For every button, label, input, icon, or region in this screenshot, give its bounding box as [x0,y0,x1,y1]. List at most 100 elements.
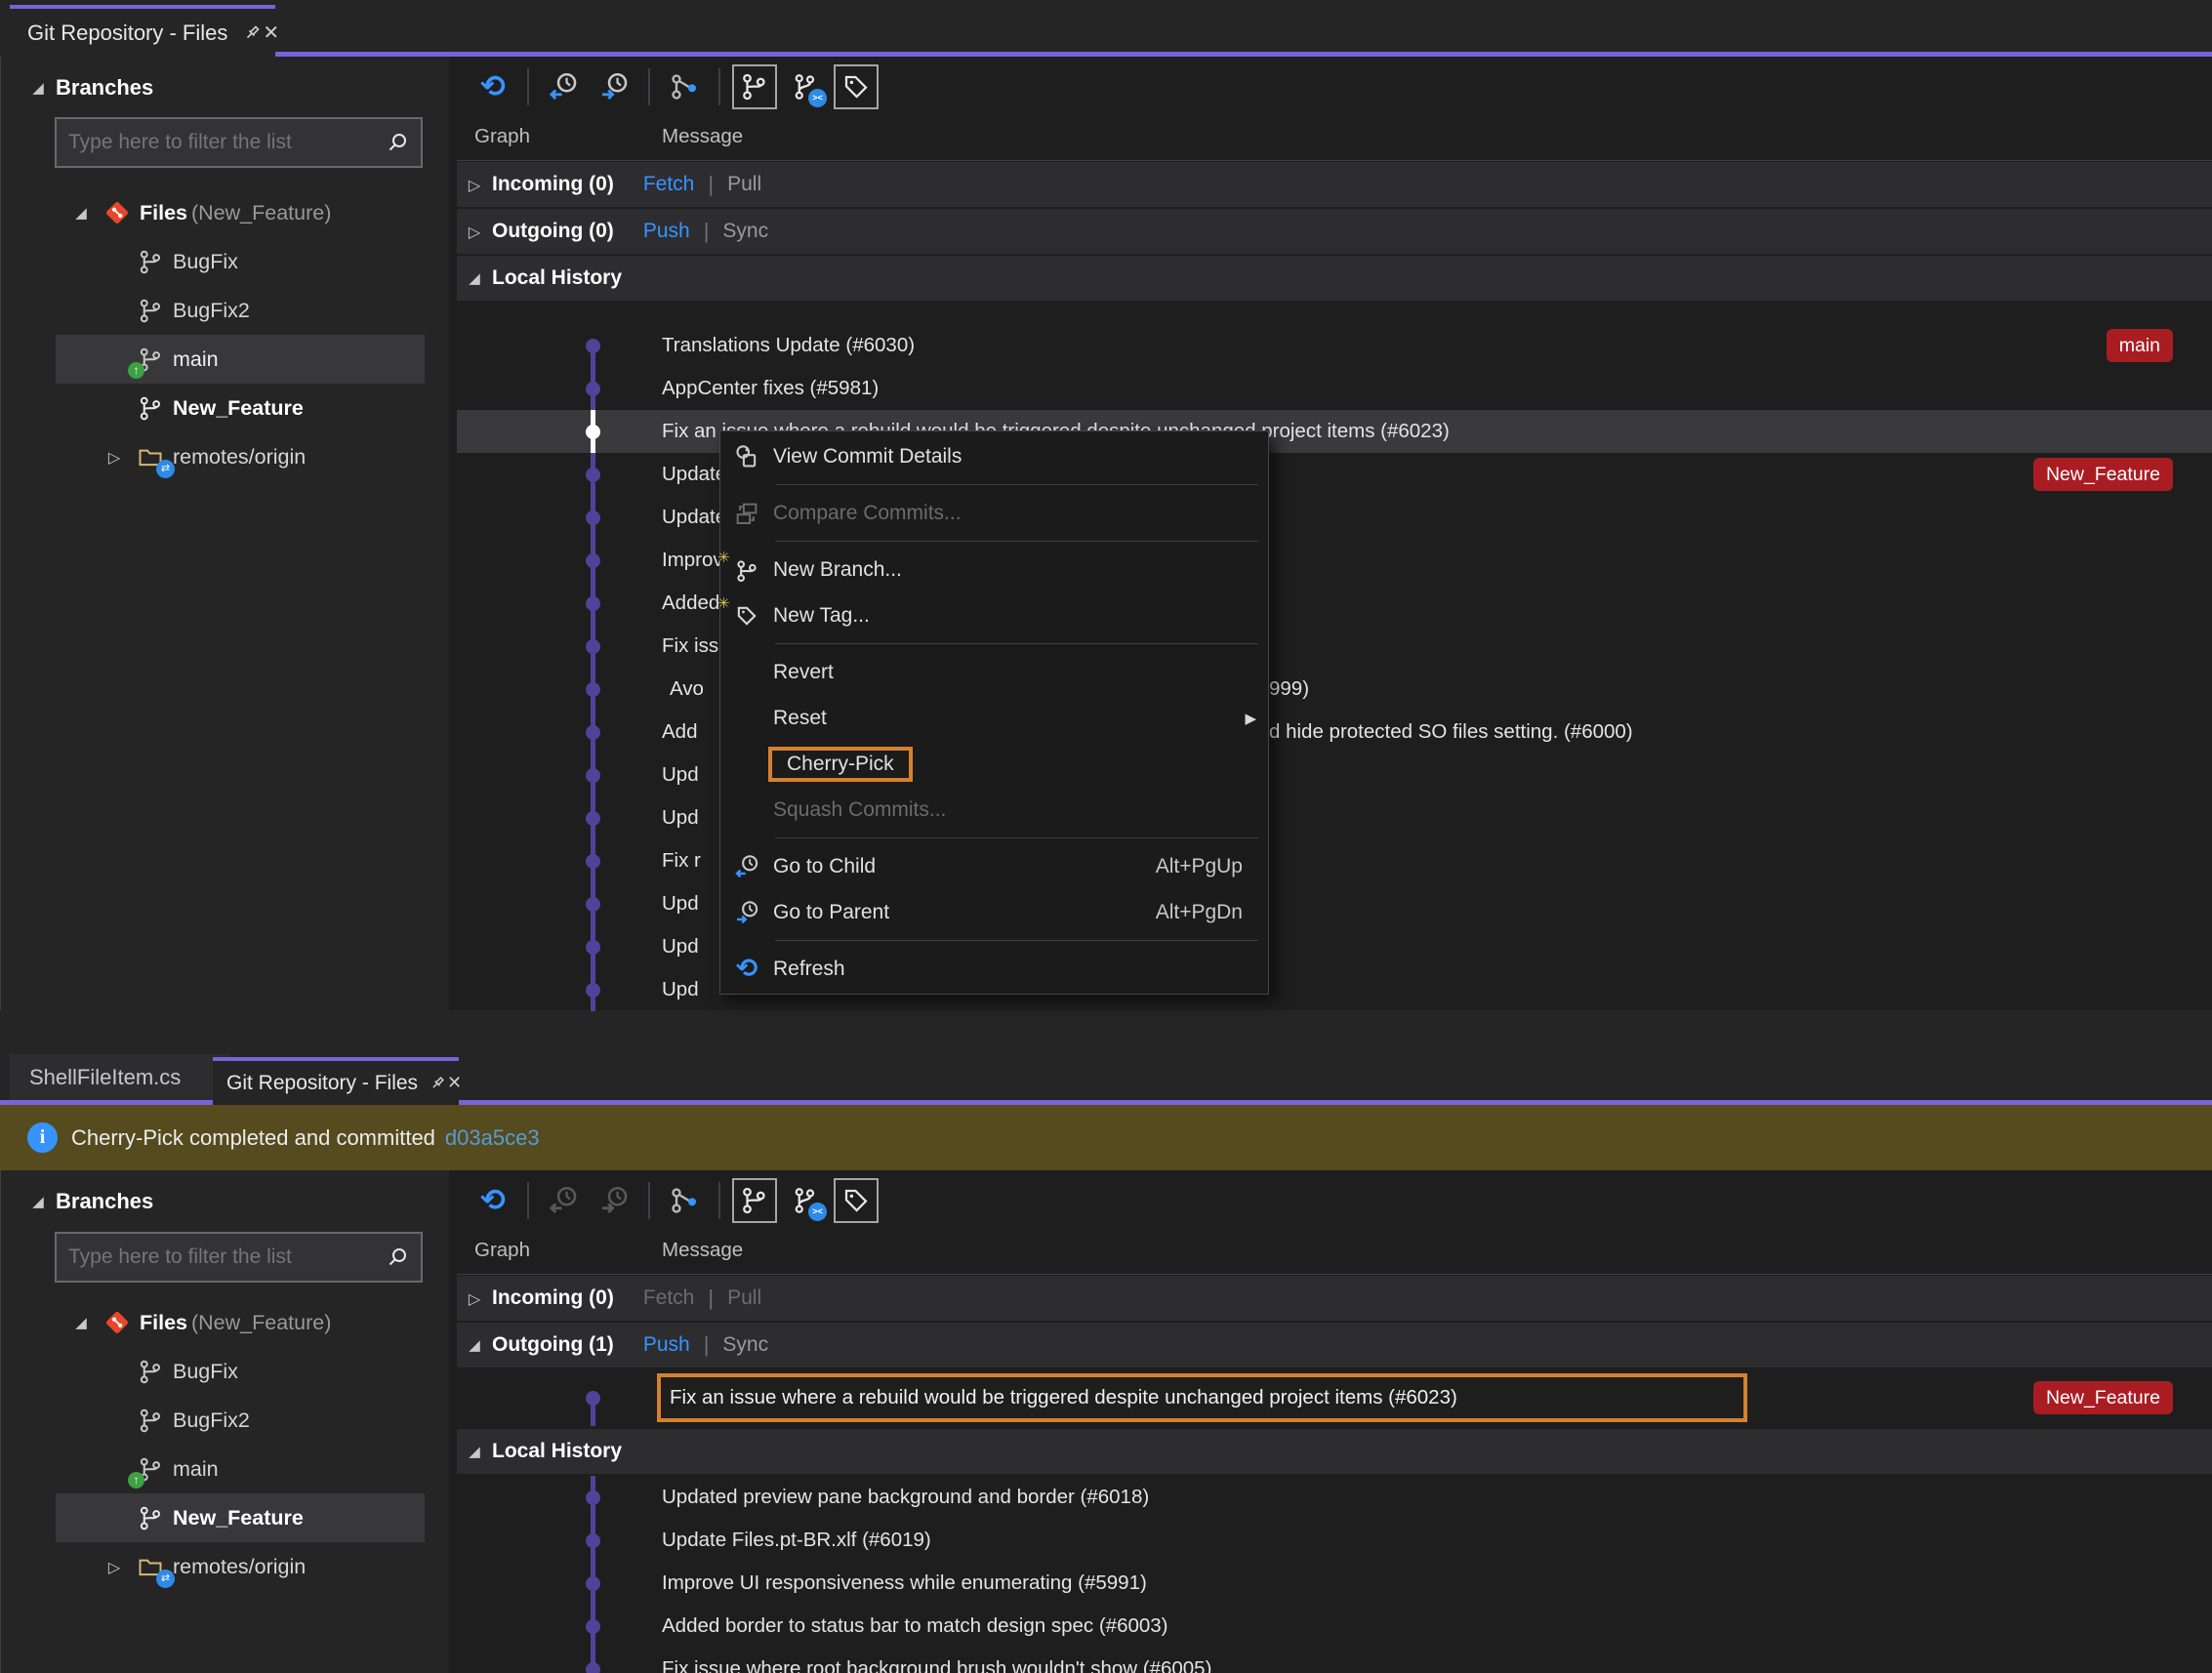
menu-item-view-commit-details[interactable]: View Commit Details [720,433,1268,479]
fetch-link[interactable]: Fetch [643,173,695,196]
menu-item-cherry-pick[interactable]: Cherry-Pick [720,741,1268,787]
graph-commit-dot [586,1533,600,1548]
menu-item-go-to-child[interactable]: Go to Child Alt+PgUp [720,843,1268,889]
graph-line [591,352,595,367]
commit-row[interactable]: Added border to status bar to match desi… [457,1605,2212,1648]
go-to-child-button[interactable] [541,64,586,109]
expander-icon[interactable]: ◢ [457,1336,492,1354]
tree-item-branch-main[interactable]: ↑ main [1,335,450,384]
hide-merge-commits-button[interactable]: >< [783,64,828,109]
repo-current-branch: (New_Feature) [191,201,331,225]
local-history-section-bottom[interactable]: ◢ Local History [457,1429,2212,1474]
new-star-glyph: ✳ [717,594,730,612]
menu-item-new-branch[interactable]: ✳ New Branch... [720,547,1268,592]
tab-title: ShellFileItem.cs [29,1065,181,1090]
local-history-section-top[interactable]: ◢ Local History [457,256,2212,301]
git-repository-window-bottom: ShellFileItem.cs Git Repository - Files … [0,1054,2212,1673]
refresh-button[interactable]: ⟲ [471,64,515,109]
tab-shellfileitem[interactable]: ShellFileItem.cs [10,1054,229,1100]
expander-icon[interactable]: ▷ [457,176,492,194]
commit-row[interactable]: Update Files.pt-BR.xlf (#6019) [457,1519,2212,1562]
graph-commit-dot [586,940,600,955]
commit-message-tail: d hide protected SO files setting. (#600… [1269,711,1633,754]
expander-icon[interactable]: ▷ [457,1289,492,1308]
expander-icon[interactable]: ▷ [97,1558,132,1576]
branch-filter-input[interactable] [57,1245,376,1269]
sync-link[interactable]: Sync [722,220,768,243]
tree-item-branch-main[interactable]: ↑ main [1,1445,450,1493]
branch-filter-input[interactable] [57,131,376,154]
history-pane-bottom: ⟲ >< [457,1170,2212,1673]
show-tags-button[interactable] [834,64,879,109]
close-icon[interactable]: ✕ [263,17,279,50]
compare-branches-button[interactable] [662,64,707,109]
branch-icon [132,1355,169,1388]
push-link[interactable]: Push [643,1333,690,1357]
commit-row[interactable]: Improve UI responsiveness while enumerat… [457,1562,2212,1605]
tree-item-repo-files[interactable]: ◢ Files (New_Feature) [1,188,450,237]
commit-row[interactable]: Fix issue where root background brush wo… [457,1648,2212,1673]
tab-git-repository-bottom[interactable]: Git Repository - Files ✕ [213,1057,459,1105]
expander-icon[interactable]: ▷ [457,223,492,241]
outgoing-section-bottom[interactable]: ◢ Outgoing (1) Push | Sync [457,1323,2212,1367]
history-toolbar-bottom: ⟲ >< [457,1170,2212,1231]
menu-item-new-tag[interactable]: ✳ New Tag... [720,592,1268,638]
branches-header[interactable]: ◢ Branches [1,1178,450,1225]
tab-git-repository-top[interactable]: Git Repository - Files ✕ [10,5,275,57]
toggle-graph-button[interactable] [732,64,777,109]
menu-item-revert[interactable]: Revert [720,649,1268,695]
commit-message: Improve UI responsiveness while enumerat… [662,1562,1147,1605]
expander-icon[interactable]: ◢ [457,269,492,287]
tree-item-branch-new-feature[interactable]: New_Feature [1,384,450,432]
pin-icon[interactable] [241,17,263,50]
tree-item-repo-files[interactable]: ◢ Files (New_Feature) [1,1298,450,1347]
tree-item-remotes-origin[interactable]: ▷ ⇄ remotes/origin [1,1542,450,1591]
tree-item-branch-new-feature[interactable]: New_Feature [1,1493,450,1542]
tree-item-branch-bugfix[interactable]: BugFix [1,237,450,286]
tree-item-remotes-origin[interactable]: ▷ ⇄ remotes/origin [1,432,450,481]
refresh-button[interactable]: ⟲ [471,1178,515,1223]
commit-hash-link[interactable]: d03a5ce3 [445,1125,540,1151]
branches-header[interactable]: ◢ Branches [1,64,450,111]
compare-branches-button[interactable] [662,1178,707,1223]
show-tags-button[interactable] [834,1178,879,1223]
graph-commit-dot [586,1576,600,1591]
push-link[interactable]: Push [643,220,690,243]
outgoing-section-top[interactable]: ▷ Outgoing (0) Push | Sync [457,209,2212,254]
panel-splitter[interactable] [449,57,457,1010]
panel-splitter[interactable] [449,1170,457,1673]
branch-icon-ahead: ↑ [132,343,169,376]
close-icon[interactable]: ✕ [447,1067,462,1100]
pin-icon[interactable] [428,1067,447,1100]
expander-icon[interactable]: ◢ [63,1314,99,1331]
commit-row[interactable]: Updated preview pane background and bord… [457,1476,2212,1519]
tree-item-branch-bugfix2[interactable]: BugFix2 [1,286,450,335]
tree-item-branch-bugfix2[interactable]: BugFix2 [1,1396,450,1445]
commit-message: Fix an issue where a rebuild would be tr… [661,1386,1457,1409]
graph-view-icon [740,1186,769,1215]
menu-item-reset[interactable]: Reset ▶ [720,695,1268,741]
expander-icon[interactable]: ▷ [97,448,132,467]
commit-row[interactable]: Translations Update (#6030) main [457,324,2212,367]
menu-item-go-to-parent[interactable]: Go to Parent Alt+PgDn [720,889,1268,935]
toggle-graph-button[interactable] [732,1178,777,1223]
incoming-section-bottom[interactable]: ▷ Incoming (0) Fetch | Pull [457,1276,2212,1321]
go-to-parent-button[interactable] [592,64,636,109]
menu-item-refresh[interactable]: ⟲ Refresh [720,946,1268,992]
incoming-section-top[interactable]: ▷ Incoming (0) Fetch | Pull [457,162,2212,207]
refresh-icon: ⟲ [480,72,506,102]
expander-icon[interactable]: ◢ [457,1443,492,1460]
pull-link[interactable]: Pull [727,173,761,196]
go-to-parent-icon [597,70,631,103]
hide-merge-commits-button[interactable]: >< [783,1178,828,1223]
expander-icon[interactable]: ◢ [63,204,99,222]
graph-commit-dot [586,1619,600,1634]
remote-label: remotes/origin [173,445,306,469]
outgoing-commit-row[interactable]: Fix an issue where a rebuild would be tr… [457,1369,2212,1426]
commit-row[interactable]: AppCenter fixes (#5981) [457,367,2212,410]
branches-panel-bottom: ◢ Branches ◢ Files (New_Feature) [0,1170,450,1673]
cherry-picked-commit-highlight: Fix an issue where a rebuild would be tr… [657,1373,1747,1422]
sync-link[interactable]: Sync [722,1333,768,1357]
tree-item-branch-bugfix[interactable]: BugFix [1,1347,450,1396]
branch-icon [132,294,169,327]
